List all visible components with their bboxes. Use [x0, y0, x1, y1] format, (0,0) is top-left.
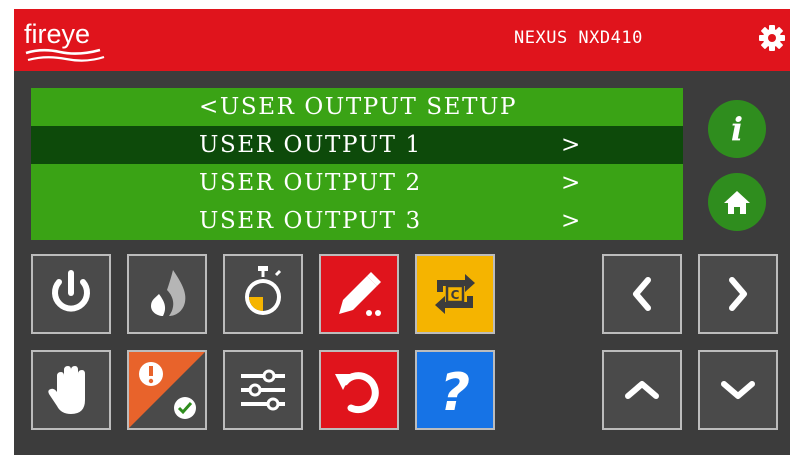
menu-panel: <USER OUTPUT SETUP USER OUTPUT 1 > USER …	[31, 88, 683, 240]
info-button[interactable]: i	[708, 100, 766, 158]
up-arrow-icon	[625, 381, 659, 399]
help-button[interactable]: ?	[415, 350, 495, 430]
down-arrow-icon	[721, 381, 755, 399]
chevron-right-icon: >	[561, 208, 582, 234]
cycle-icon: C	[435, 274, 475, 314]
right-arrow-icon	[729, 277, 747, 311]
menu-item-user-output-3[interactable]: USER OUTPUT 3 >	[31, 202, 683, 240]
timer-button[interactable]	[223, 254, 303, 334]
sliders-icon	[241, 369, 285, 411]
power-button[interactable]	[31, 254, 111, 334]
hand-icon	[48, 366, 85, 414]
fireye-logo: fireye	[24, 19, 105, 62]
cycle-button[interactable]: C	[415, 254, 495, 334]
edit-button[interactable]	[319, 254, 399, 334]
svg-text:?: ?	[440, 363, 470, 423]
alarm-status-button[interactable]	[127, 350, 207, 430]
undo-button[interactable]	[319, 350, 399, 430]
menu-item-user-output-1[interactable]: USER OUTPUT 1 >	[31, 126, 683, 164]
menu-item-label: USER OUTPUT 2	[199, 170, 422, 196]
header-bar: fireye NEXUS NXD410	[14, 9, 790, 71]
menu-title: <USER OUTPUT SETUP	[199, 94, 518, 120]
device-model: NEXUS NXD410	[514, 28, 643, 48]
info-icon: i	[731, 110, 743, 148]
nav-up-button[interactable]	[602, 350, 682, 430]
left-arrow-icon	[633, 277, 651, 311]
flame-button[interactable]	[127, 254, 207, 334]
nav-down-button[interactable]	[698, 350, 778, 430]
undo-icon	[335, 372, 379, 414]
nav-right-button[interactable]	[698, 254, 778, 334]
menu-item-label: USER OUTPUT 3	[199, 208, 422, 234]
gear-icon[interactable]	[758, 24, 786, 52]
power-icon	[52, 270, 90, 312]
svg-text:i: i	[731, 110, 743, 148]
brand-text: fireye	[24, 19, 90, 49]
flame-icon	[151, 270, 186, 316]
help-icon: ?	[440, 363, 470, 423]
timer-icon	[245, 266, 282, 315]
svg-text:C: C	[451, 288, 460, 302]
manual-button[interactable]	[31, 350, 111, 430]
menu-item-user-output-2[interactable]: USER OUTPUT 2 >	[31, 164, 683, 202]
edit-icon	[339, 272, 381, 316]
chevron-right-icon: >	[561, 170, 582, 196]
home-button[interactable]	[708, 173, 766, 231]
hmi-panel: fireye NEXUS NXD410 <USER OUTPUT SETUP U…	[14, 9, 790, 455]
settings-sliders-button[interactable]	[223, 350, 303, 430]
nav-left-button[interactable]	[602, 254, 682, 334]
chevron-right-icon: >	[561, 132, 582, 158]
menu-back-title[interactable]: <USER OUTPUT SETUP	[31, 88, 683, 126]
home-icon	[724, 191, 750, 214]
menu-item-label: USER OUTPUT 1	[199, 132, 422, 158]
alarm-status-icon	[129, 352, 205, 428]
